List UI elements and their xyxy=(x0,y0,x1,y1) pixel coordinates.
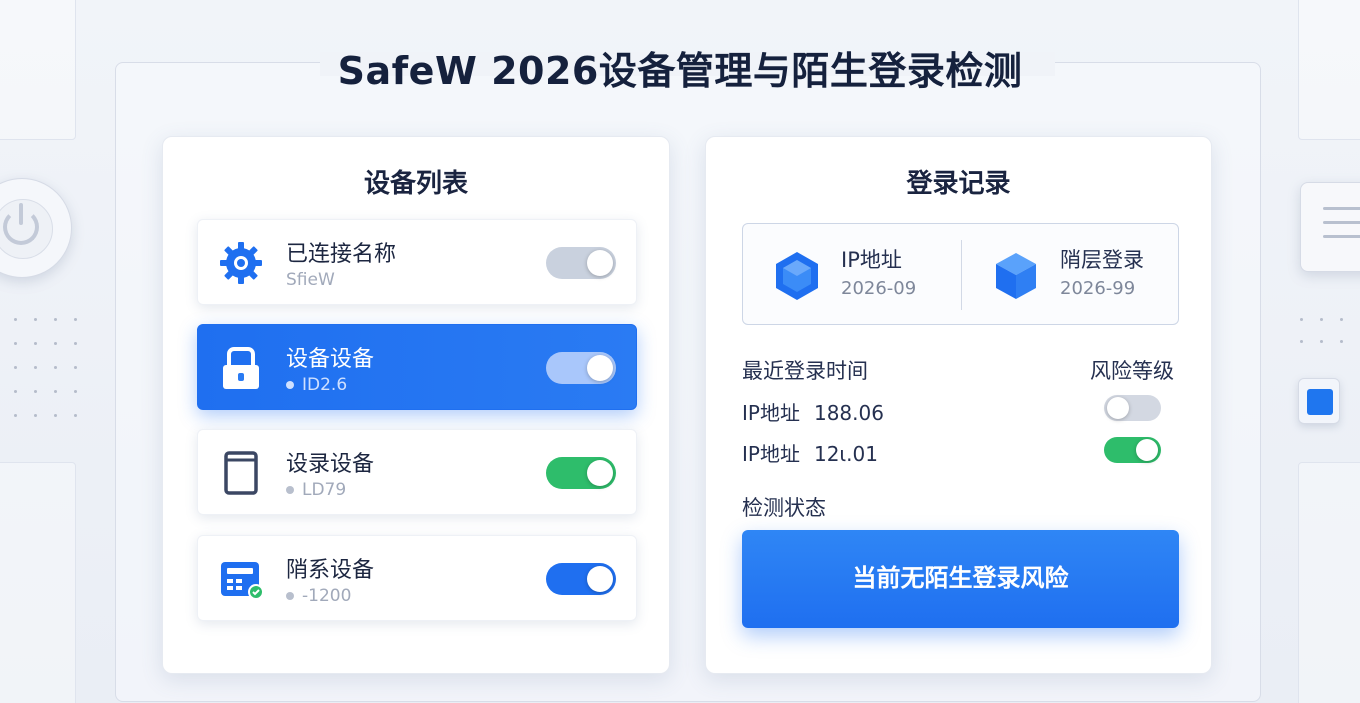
login-records-title: 登录记录 xyxy=(906,169,1011,199)
device-name: 设备设备 xyxy=(286,347,375,372)
device-toggle[interactable] xyxy=(546,563,616,595)
login-record-row: IP地址 12ι.01 xyxy=(742,438,878,467)
recent-login-header: 最近登录时间 xyxy=(742,359,868,383)
lock-icon xyxy=(223,347,259,389)
device-name: 陗系设备 xyxy=(286,558,375,583)
background-tile xyxy=(0,462,76,703)
card-reader-icon xyxy=(221,562,264,600)
summary-ip[interactable]: IP地址 2026-09 xyxy=(743,224,961,324)
login-records-panel: 登录记录 IP地址 2026-09 陗层登录 2026-99 最近登录时间 风险… xyxy=(705,136,1212,674)
cube-icon xyxy=(996,253,1036,299)
power-icon-stem xyxy=(19,203,23,225)
background-tile xyxy=(1298,462,1360,703)
summary-hidden-login[interactable]: 陗层登录 2026-99 xyxy=(962,224,1180,324)
summary-label: 陗层登录 xyxy=(1060,248,1144,272)
detection-status-label: 检测状态 xyxy=(742,496,826,520)
menu-icon-line xyxy=(1323,221,1360,224)
device-name: 设录设备 xyxy=(286,452,375,477)
power-button[interactable] xyxy=(0,178,72,278)
device-card[interactable]: 已连接名称 SfieW xyxy=(197,219,637,305)
menu-icon-line xyxy=(1323,235,1360,238)
detection-status-button[interactable]: 当前无陌生登录风险 xyxy=(742,530,1179,628)
device-card[interactable]: 陗系设备 -1200 xyxy=(197,535,637,621)
record-label: IP地址 xyxy=(742,401,800,425)
device-name: 已连接名称 xyxy=(286,242,397,267)
login-record-row: IP地址 188.06 xyxy=(742,397,884,426)
square-icon-button[interactable] xyxy=(1298,378,1340,424)
device-id: ID2.6 xyxy=(286,375,347,395)
risk-toggle[interactable] xyxy=(1104,437,1161,463)
device-list-panel: 设备列表 已连接名称 SfieW 设备设备 ID2.6 设录设备 LD79 陗系… xyxy=(162,136,670,674)
device-toggle[interactable] xyxy=(546,247,616,279)
record-label: IP地址 xyxy=(742,442,800,466)
gear-icon xyxy=(220,242,262,284)
device-id: -1200 xyxy=(286,586,351,606)
device-id: LD79 xyxy=(286,480,346,500)
summary-value: 2026-99 xyxy=(1060,278,1136,299)
record-ip: 12ι.01 xyxy=(813,442,878,466)
login-summary: IP地址 2026-09 陗层登录 2026-99 xyxy=(742,223,1179,325)
summary-value: 2026-09 xyxy=(841,278,917,299)
device-id: SfieW xyxy=(286,270,335,290)
hexagon-icon xyxy=(776,252,818,300)
page-title: SafeW 2026设备管理与陌生登录检测 xyxy=(337,49,1023,93)
record-ip: 188.06 xyxy=(813,401,884,425)
risk-level-header: 风险等级 xyxy=(1090,359,1174,383)
device-card-selected[interactable]: 设备设备 ID2.6 xyxy=(197,324,637,410)
summary-label: IP地址 xyxy=(841,248,902,272)
tablet-icon xyxy=(224,451,258,495)
menu-icon-line xyxy=(1323,207,1360,210)
menu-button[interactable] xyxy=(1300,182,1360,272)
device-toggle[interactable] xyxy=(546,457,616,489)
device-list-title: 设备列表 xyxy=(363,169,468,199)
device-toggle[interactable] xyxy=(546,352,616,384)
device-card[interactable]: 设录设备 LD79 xyxy=(197,429,637,515)
risk-toggle[interactable] xyxy=(1104,395,1161,421)
